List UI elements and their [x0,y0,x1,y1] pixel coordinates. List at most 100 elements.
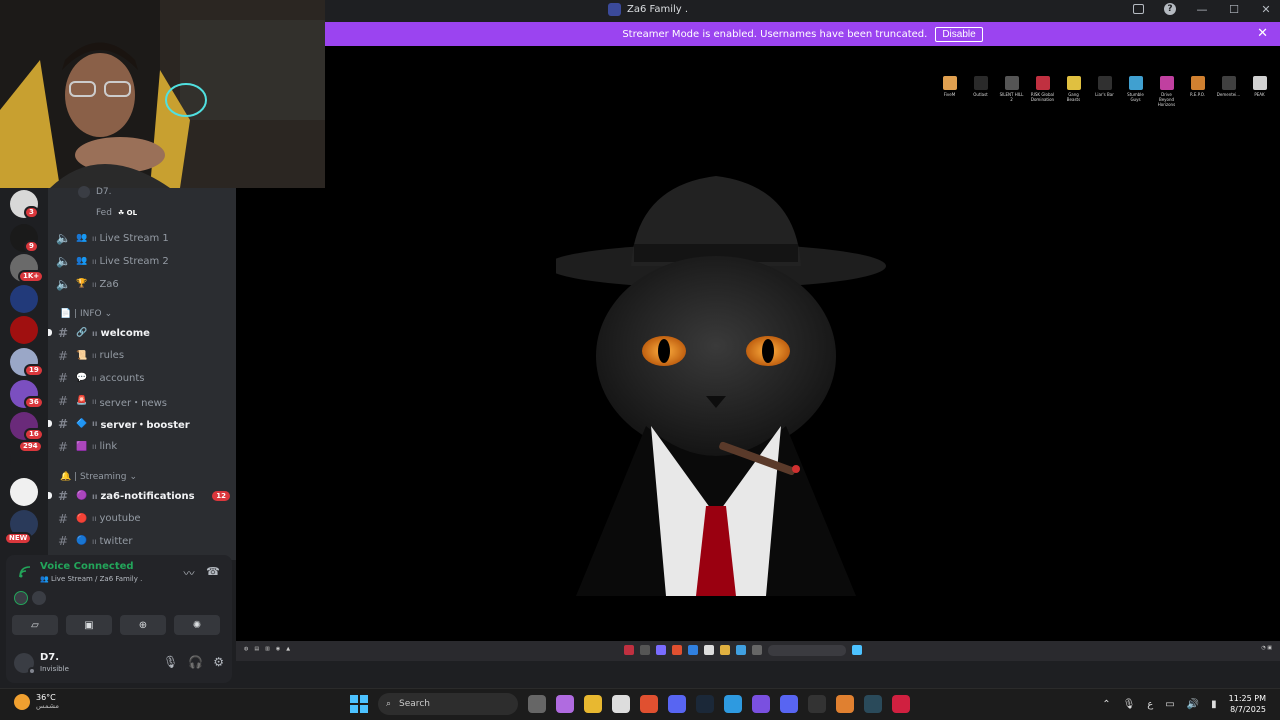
network-icon[interactable]: ▭ [1165,699,1174,710]
server-icon[interactable]: 294 [10,440,43,474]
help-icon[interactable]: ? [1164,3,1176,15]
server-icon[interactable] [10,478,38,506]
channel-name: Live Stream 1 [99,232,169,244]
app-icon [942,76,957,90]
disconnect-icon[interactable]: ☎ [206,565,220,579]
close-window-icon[interactable]: ✕ [1260,3,1272,16]
server-icon[interactable]: 3 [10,190,39,219]
fivem-icon[interactable] [836,695,854,713]
separator: ıı [92,256,97,266]
camera-off-button[interactable]: ▱ [12,615,58,635]
microphone-icon[interactable]: 🎙 [163,655,178,669]
steam-icon[interactable] [696,695,714,713]
text-channel[interactable]: # 📜 ıı rules [56,346,232,366]
voice-user-name: D7. [96,187,112,197]
separator: ıı [92,279,97,289]
voice-channel[interactable]: 🔈 🏆 ıı Za6 [56,274,232,294]
minimize-icon[interactable]: — [1196,3,1208,16]
activities-button[interactable]: ⊕ [120,615,166,635]
server-icon[interactable]: 9 [10,224,39,253]
status-indicator [28,667,36,675]
inbox-icon[interactable] [1132,3,1144,15]
stream-view[interactable]: FiveM Outlast SILENT HILL 2 RISK Global Dom… [236,46,1280,661]
app-icon[interactable] [864,695,882,713]
channel-category[interactable]: 📄 | INFO ⌄ [60,309,112,319]
discord-icon[interactable] [780,695,798,713]
store-icon[interactable] [612,695,630,713]
server-icon[interactable] [10,285,38,313]
taskbar-search[interactable]: ⌕ Search [378,693,518,715]
share-screen-button[interactable]: ▣ [66,615,112,635]
battery-icon[interactable]: ▮ [1211,699,1217,710]
text-channel[interactable]: # 🔗 ıı welcome [48,323,232,343]
server-icon[interactable]: 16 [10,412,44,441]
soundboard-button[interactable]: ✺ [174,615,220,635]
windows-start-icon[interactable] [350,695,368,713]
voice-user[interactable]: Fed ☘ OL [78,207,137,219]
voice-user-tag: ☘ OL [117,209,138,217]
text-channel[interactable]: # 💬 ıı accounts [56,368,232,388]
signal-icon[interactable] [18,565,32,579]
server-icon[interactable] [10,316,38,344]
server-icon[interactable]: 1K+ [10,254,45,283]
task-view-icon[interactable] [528,695,546,713]
avatar[interactable] [14,591,28,605]
avatar [78,186,90,198]
desktop-shortcut: Dementei... [1216,76,1241,107]
app-icon [1159,76,1174,90]
text-channel[interactable]: # 🔵 ıı twitter [56,531,232,551]
mention-badge: 12 [212,491,230,501]
channel-name: twitter [99,535,133,547]
brave-icon[interactable] [640,695,658,713]
headphones-icon[interactable]: 🎧 [188,655,203,669]
desktop-shortcut: Gang Beasts [1061,76,1086,107]
maximize-icon[interactable]: ☐ [1228,3,1240,16]
separator: ıı [92,419,98,429]
copilot-icon[interactable] [556,695,574,713]
edge-icon[interactable] [724,695,742,713]
channel-name: rules [99,350,125,362]
user-status: Invisible [40,665,69,673]
file-explorer-icon[interactable] [584,695,602,713]
app-icon [1097,76,1112,90]
discord-ptb-icon[interactable] [668,695,686,713]
channel-name: link [99,441,118,452]
text-channel[interactable]: # 🟣 ıı za6-notifications 12 [48,486,232,506]
voice-location[interactable]: 👥 Live Stream / Za6 Family . [40,575,142,583]
text-channel[interactable]: # 🔴 ıı youtube [56,509,232,529]
text-channel[interactable]: # 🟪 ıı link [56,437,232,457]
channel-emoji: 🏆 [76,279,88,289]
channel-emoji: 🟣 [76,491,88,501]
disable-streamer-mode-button[interactable]: Disable [935,26,983,42]
obs-icon[interactable] [808,695,826,713]
channel-emoji: 💬 [76,373,88,384]
voice-channel[interactable]: 🔈 👥 ıı Live Stream 2 [56,251,232,271]
avatar[interactable] [32,591,46,605]
app-icon[interactable] [752,695,770,713]
weather-widget[interactable]: 36°C مشمس [14,693,59,710]
channel-emoji: 🚨 [76,396,88,407]
separator: ıı [92,233,97,243]
server-icon[interactable]: 19 [10,348,44,377]
opera-icon[interactable] [892,695,910,713]
channel-category[interactable]: 🔔 | Streaming ⌄ [60,472,137,482]
gear-icon[interactable]: ⚙ [213,655,224,669]
stream-taskbar-clock: ◔ ▣ [1261,645,1272,651]
clock[interactable]: 11:25 PM 8/7/2025 [1229,693,1266,715]
user-name[interactable]: D7. [40,652,59,663]
text-channel[interactable]: # 🚨 ıı server・news [56,391,232,411]
voice-channel[interactable]: 🔈 👥 ıı Live Stream 1 [56,228,232,248]
voice-actions: ▱ ▣ ⊕ ✺ [12,615,220,635]
server-icon[interactable]: 36 [10,380,44,409]
close-banner-icon[interactable]: ✕ [1257,26,1268,41]
text-channel[interactable]: # 🔷 ıı server・booster [48,414,232,434]
noise-suppression-icon[interactable]: 〰 [182,565,196,580]
voice-user[interactable]: D7. [78,186,112,198]
shortcut-label: Gang Beasts [1066,92,1081,102]
chevron-up-icon[interactable]: ⌃ [1102,699,1110,710]
language-indicator[interactable]: ع [1147,699,1153,710]
voice-status[interactable]: Voice Connected [40,561,134,572]
speaker-icon[interactable]: 🔊 [1187,699,1199,710]
microphone-tray-icon[interactable]: 🎙 [1123,699,1136,710]
unread-badge: 9 [24,240,39,253]
